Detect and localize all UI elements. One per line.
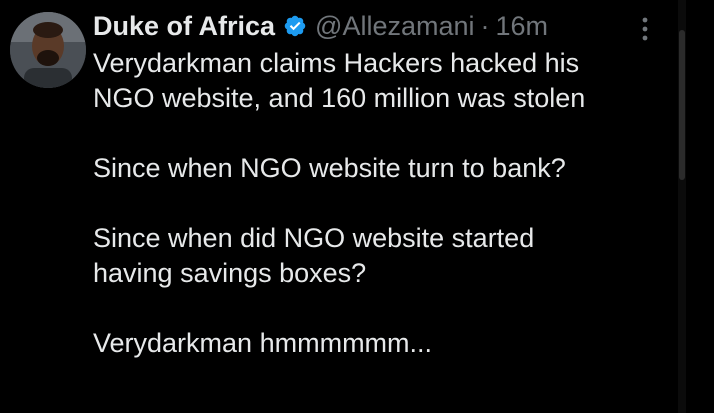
scrollbar[interactable] xyxy=(678,0,686,413)
tweet-line: Since when did NGO website started xyxy=(93,223,535,253)
tweet-timestamp[interactable]: 16m xyxy=(496,11,549,42)
tweet-paragraph: Verydarkman hmmmmmm... xyxy=(93,326,683,361)
tweet-paragraph: Since when NGO website turn to bank? xyxy=(93,151,683,186)
author-display-name[interactable]: Duke of Africa xyxy=(93,11,275,42)
tweet-line: Verydarkman hmmmmmm... xyxy=(93,328,433,358)
tweet-text: Verydarkman claims Hackers hacked his NG… xyxy=(93,46,683,361)
verified-badge-icon xyxy=(283,14,307,38)
tweet-line: NGO website, and 160 million was stolen xyxy=(93,83,586,113)
tweet-line: Since when NGO website turn to bank? xyxy=(93,153,566,183)
tweet[interactable]: Duke of Africa @Allezamani · 16m Verydar… xyxy=(0,0,714,413)
tweet-line: having savings boxes? xyxy=(93,258,367,288)
tweet-header: Duke of Africa @Allezamani · 16m xyxy=(93,8,548,44)
header-separator: · xyxy=(480,10,490,41)
tweet-line: Verydarkman claims Hackers hacked his xyxy=(93,48,580,78)
avatar-image xyxy=(10,12,86,88)
more-options-icon[interactable] xyxy=(633,14,657,44)
scrollbar-thumb[interactable] xyxy=(679,30,685,180)
tweet-paragraph: Verydarkman claims Hackers hacked his NG… xyxy=(93,46,683,116)
avatar[interactable] xyxy=(10,12,86,88)
author-handle[interactable]: @Allezamani xyxy=(315,11,474,42)
tweet-paragraph: Since when did NGO website started havin… xyxy=(93,221,683,291)
